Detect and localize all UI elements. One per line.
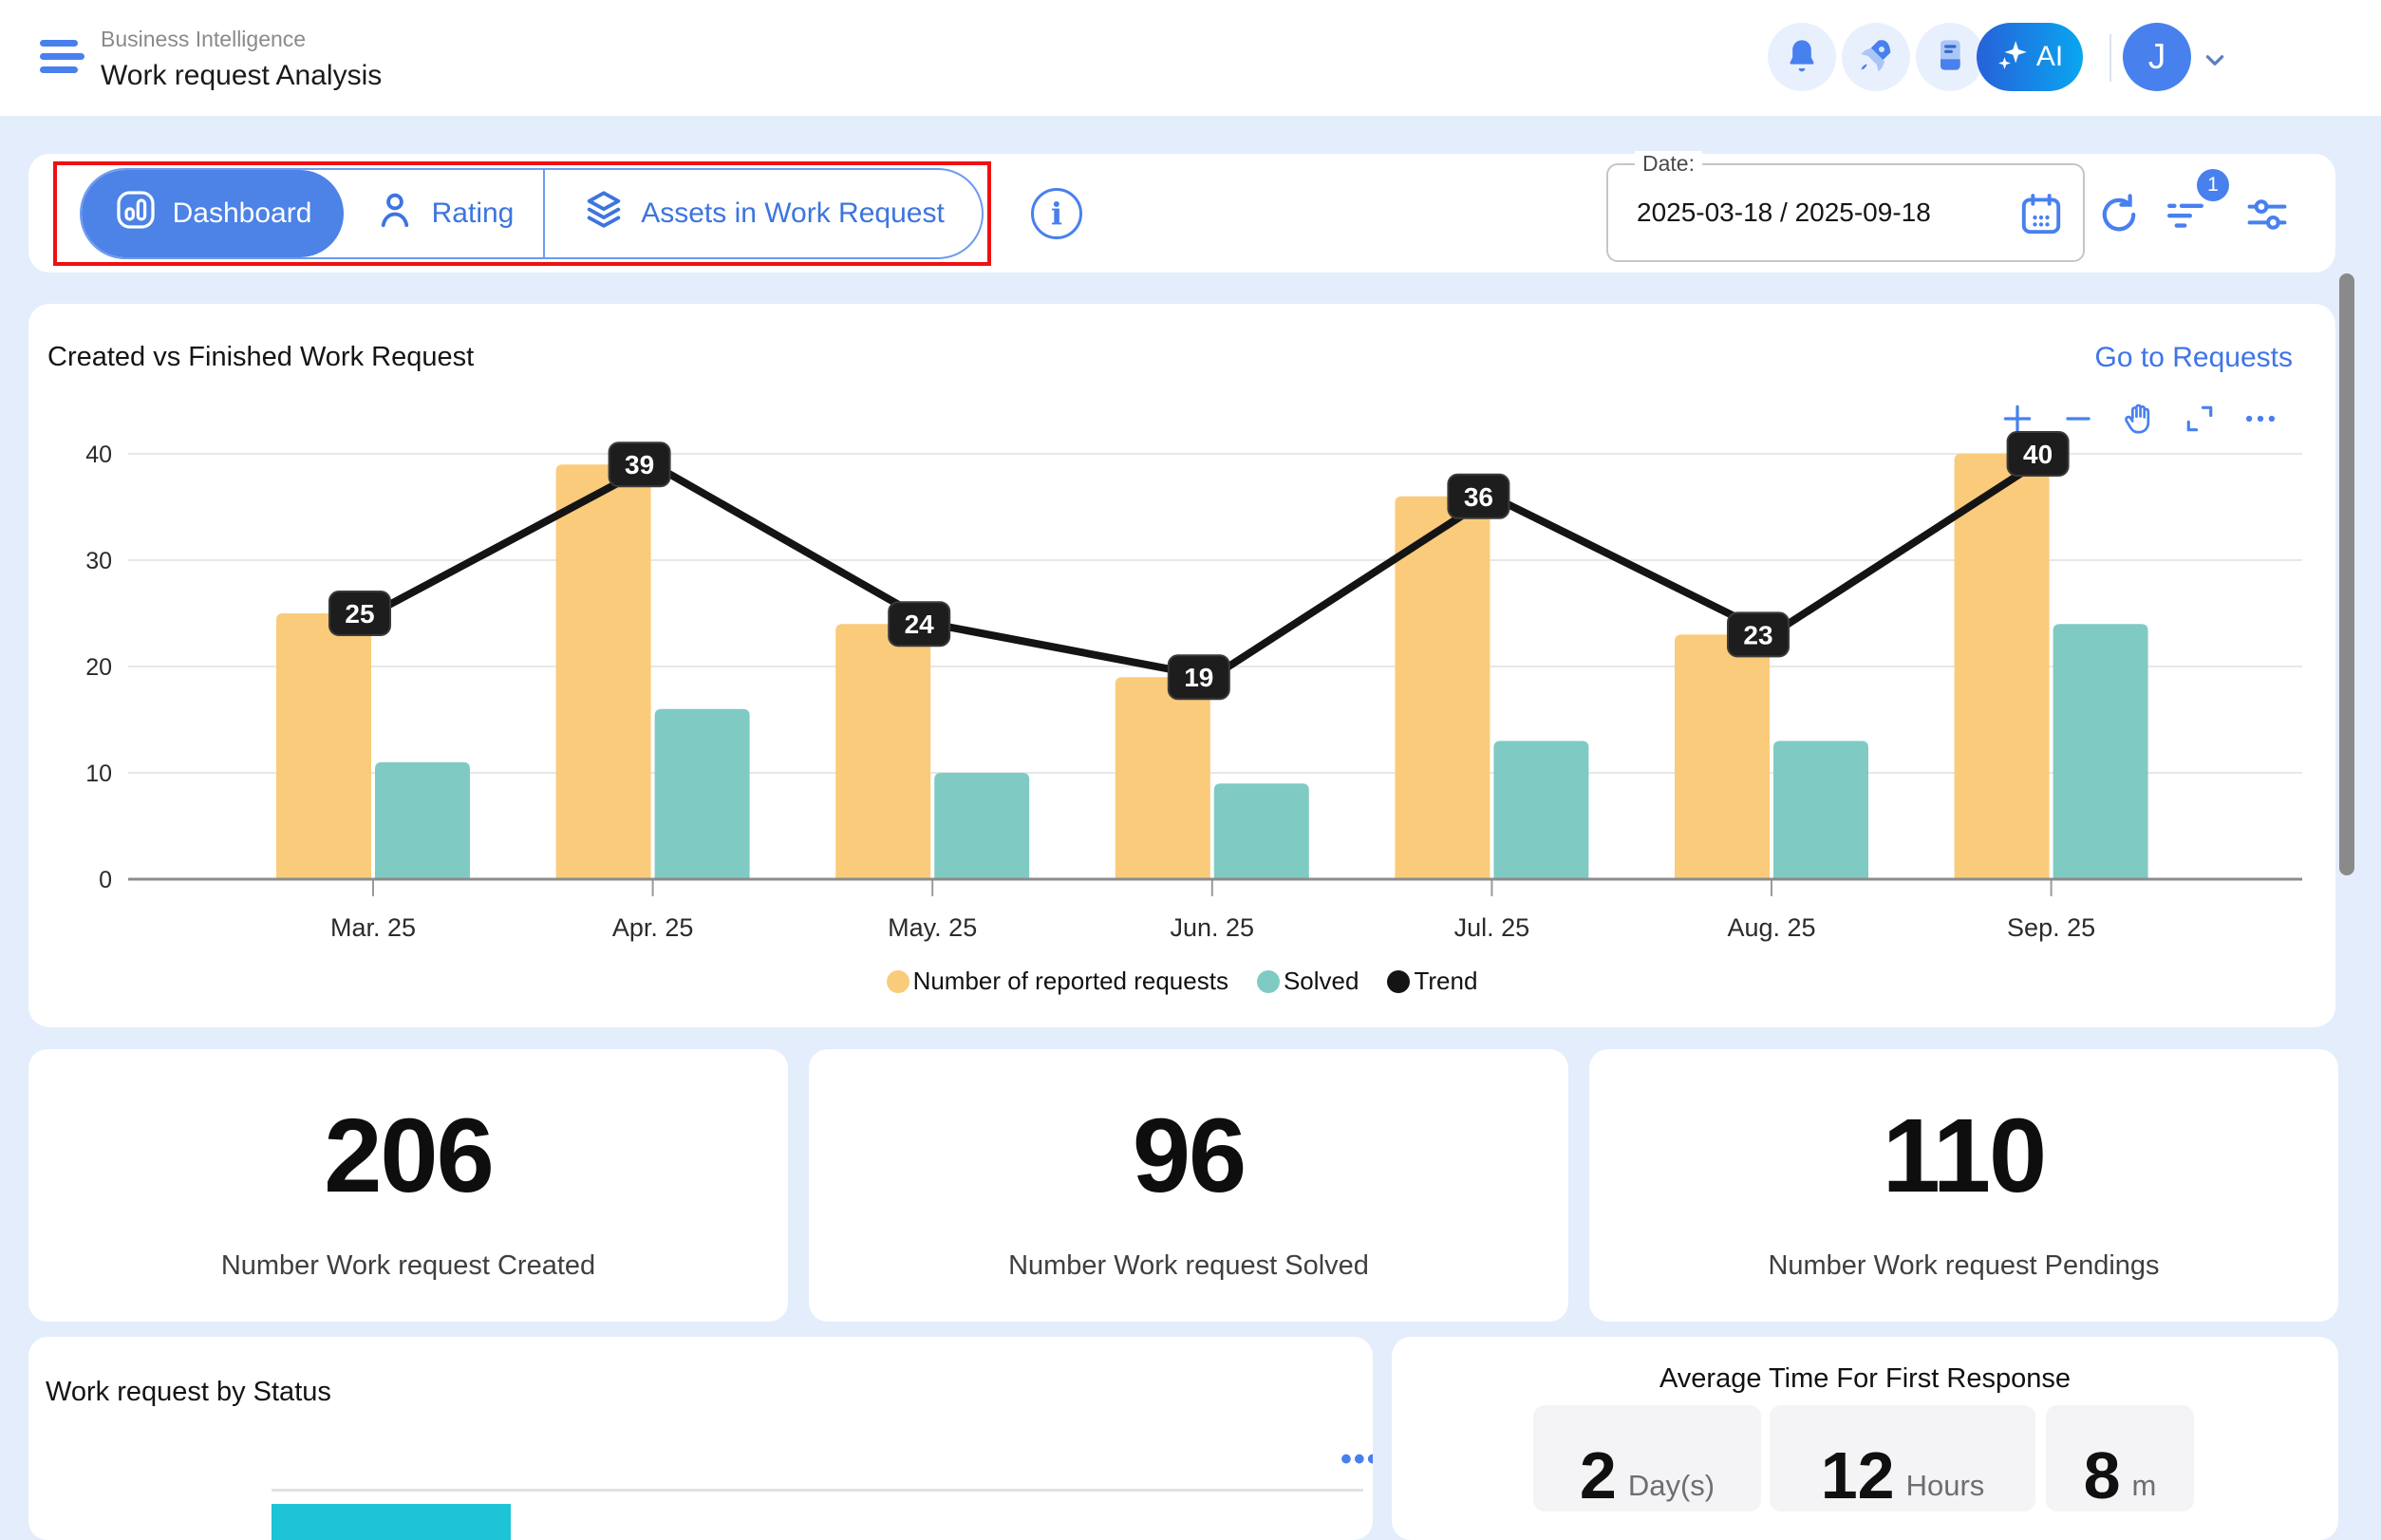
status-panel-title: Work request by Status bbox=[46, 1377, 331, 1408]
svg-text:30: 30 bbox=[85, 548, 112, 574]
svg-text:Aug. 25: Aug. 25 bbox=[1727, 913, 1815, 942]
legend-item-reported: Number of reported requests bbox=[887, 967, 1228, 996]
svg-text:25: 25 bbox=[345, 599, 374, 629]
ai-button-label: AI bbox=[2036, 41, 2063, 73]
response-hours-unit: Hours bbox=[1906, 1465, 1985, 1506]
info-icon: i bbox=[1051, 196, 1062, 232]
notifications-button[interactable] bbox=[1768, 23, 1836, 91]
svg-text:Mar. 25: Mar. 25 bbox=[330, 913, 416, 942]
svg-text:36: 36 bbox=[1464, 482, 1493, 512]
response-hours-value: 12 bbox=[1821, 1445, 1895, 1506]
response-minutes-value: 8 bbox=[2084, 1445, 2121, 1506]
legend-dot-solved bbox=[1257, 970, 1280, 993]
status-chart-axis bbox=[272, 1489, 1363, 1492]
status-more-button[interactable]: ••• bbox=[1340, 1443, 1373, 1475]
legend-dot-trend bbox=[1387, 970, 1410, 993]
legend-item-trend: Trend bbox=[1387, 967, 1477, 996]
calendar-icon[interactable] bbox=[2016, 190, 2066, 239]
tab-assets-label: Assets in Work Request bbox=[641, 197, 945, 230]
chart-legend: Number of reported requests Solved Trend bbox=[28, 967, 2335, 996]
created-vs-finished-chart: 0 10 20 30 40 Mar. 25 Apr. 25 May. 25 Jun. 25 Jul… bbox=[28, 304, 2335, 968]
legend-label-solved: Solved bbox=[1284, 967, 1359, 996]
average-first-response-panel: Average Time For First Response 2 Day(s)… bbox=[1392, 1337, 2338, 1540]
svg-text:39: 39 bbox=[625, 450, 654, 479]
sparkle-icon bbox=[1997, 40, 2029, 75]
tab-dashboard[interactable]: Dashboard bbox=[82, 170, 344, 257]
stat-label-created: Number Work request Created bbox=[28, 1250, 788, 1282]
filter-badge: 1 bbox=[2197, 169, 2229, 201]
info-button[interactable]: i bbox=[1031, 188, 1082, 239]
svg-text:Apr. 25: Apr. 25 bbox=[612, 913, 694, 942]
legend-item-solved: Solved bbox=[1257, 967, 1359, 996]
svg-text:Sep. 25: Sep. 25 bbox=[2007, 913, 2095, 942]
svg-text:24: 24 bbox=[905, 610, 935, 639]
svg-text:10: 10 bbox=[85, 761, 112, 787]
svg-text:Jul. 25: Jul. 25 bbox=[1454, 913, 1530, 942]
date-range-value: 2025-03-18 / 2025-09-18 bbox=[1637, 197, 1931, 228]
svg-text:19: 19 bbox=[1184, 663, 1213, 692]
person-icon bbox=[373, 188, 417, 239]
svg-text:0: 0 bbox=[99, 867, 112, 893]
response-days-unit: Day(s) bbox=[1628, 1465, 1715, 1506]
svg-text:23: 23 bbox=[1743, 620, 1772, 649]
stat-value-pendings: 110 bbox=[1589, 1104, 2338, 1209]
response-hours-box: 12 Hours bbox=[1770, 1405, 2035, 1512]
tab-rating[interactable]: Rating bbox=[344, 170, 545, 257]
bell-icon bbox=[1783, 36, 1821, 79]
ai-assistant-button[interactable]: AI bbox=[1977, 23, 2083, 91]
stat-card-created: 206 Number Work request Created bbox=[28, 1049, 788, 1322]
title-block: Business Intelligence Work request Analy… bbox=[101, 27, 382, 92]
tab-dashboard-label: Dashboard bbox=[173, 197, 312, 230]
layers-icon bbox=[582, 188, 626, 239]
whats-new-button[interactable] bbox=[1842, 23, 1910, 91]
book-icon bbox=[1931, 36, 1969, 79]
settings-sliders-button[interactable] bbox=[2244, 192, 2290, 237]
stat-card-pendings: 110 Number Work request Pendings bbox=[1589, 1049, 2338, 1322]
svg-text:May. 25: May. 25 bbox=[888, 913, 977, 942]
chevron-down-icon[interactable] bbox=[2203, 47, 2227, 72]
work-request-by-status-panel: Work request by Status ••• bbox=[28, 1337, 1373, 1540]
stat-label-solved: Number Work request Solved bbox=[809, 1250, 1568, 1282]
stat-card-solved: 96 Number Work request Solved bbox=[809, 1049, 1568, 1322]
legend-label-reported: Number of reported requests bbox=[913, 967, 1228, 996]
response-minutes-box: 8 m bbox=[2046, 1405, 2194, 1512]
response-days-box: 2 Day(s) bbox=[1533, 1405, 1761, 1512]
legend-label-trend: Trend bbox=[1414, 967, 1477, 996]
response-days-value: 2 bbox=[1580, 1445, 1617, 1506]
dashboard-icon bbox=[114, 188, 158, 239]
app-subtitle: Business Intelligence bbox=[101, 27, 382, 52]
tab-assets-in-work-request[interactable]: Assets in Work Request bbox=[545, 170, 982, 257]
svg-text:Jun. 25: Jun. 25 bbox=[1171, 913, 1255, 942]
avatar[interactable]: J bbox=[2123, 23, 2191, 91]
svg-text:40: 40 bbox=[85, 441, 112, 468]
created-vs-finished-panel: Created vs Finished Work Request Go to R… bbox=[28, 304, 2335, 1027]
docs-button[interactable] bbox=[1916, 23, 1984, 91]
response-minutes-unit: m bbox=[2132, 1465, 2157, 1506]
response-panel-title: Average Time For First Response bbox=[1392, 1363, 2338, 1395]
tab-rating-label: Rating bbox=[432, 197, 515, 230]
svg-text:20: 20 bbox=[85, 654, 112, 681]
page-title: Work request Analysis bbox=[101, 60, 382, 92]
legend-dot-reported bbox=[887, 970, 909, 993]
rocket-icon bbox=[1857, 36, 1895, 79]
stat-label-pendings: Number Work request Pendings bbox=[1589, 1250, 2338, 1282]
stat-value-solved: 96 bbox=[809, 1104, 1568, 1209]
date-field-label: Date: bbox=[1635, 151, 1702, 177]
stat-value-created: 206 bbox=[28, 1104, 788, 1209]
header: Business Intelligence Work request Analy… bbox=[0, 0, 2381, 116]
header-divider bbox=[2109, 34, 2111, 82]
hamburger-menu-button[interactable] bbox=[40, 40, 85, 78]
toolbar-panel: Dashboard Rating Assets in Work Request … bbox=[28, 154, 2335, 272]
filter-button[interactable] bbox=[2163, 192, 2208, 237]
view-tabs: Dashboard Rating Assets in Work Request bbox=[80, 168, 984, 259]
page-scrollbar[interactable] bbox=[2339, 273, 2354, 875]
status-chart-bar bbox=[272, 1504, 511, 1540]
date-range-field[interactable]: Date: 2025-03-18 / 2025-09-18 bbox=[1606, 163, 2085, 262]
svg-text:40: 40 bbox=[2023, 440, 2053, 469]
refresh-button[interactable] bbox=[2096, 192, 2142, 237]
